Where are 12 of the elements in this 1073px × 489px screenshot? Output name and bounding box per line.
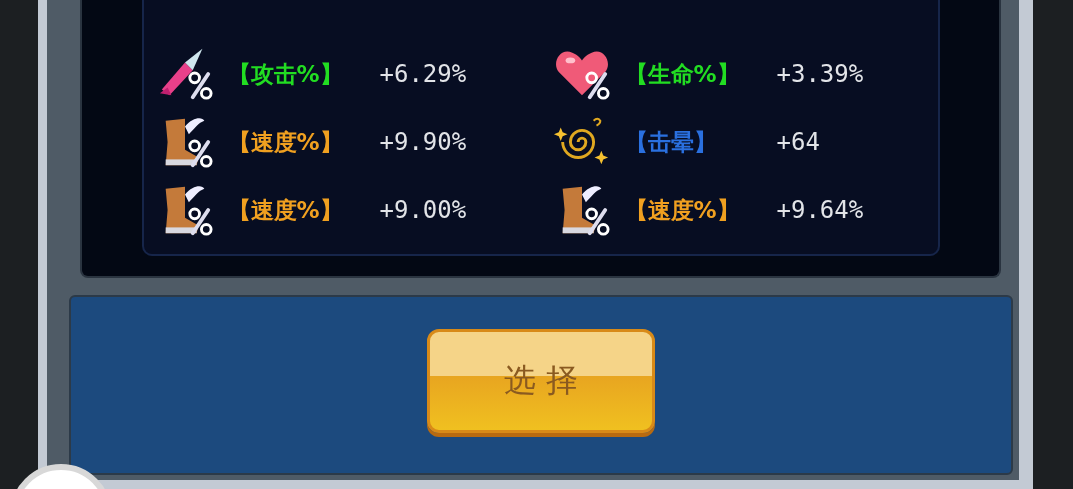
stat-label: 【速度%】 (227, 127, 344, 157)
stat-label: 【速度%】 (624, 195, 741, 225)
stat-label: 【生命%】 (624, 59, 741, 89)
stat-label: 【攻击%】 (227, 59, 344, 89)
stat-value: +3.39% (776, 60, 865, 88)
stat-value: +9.90% (379, 128, 468, 156)
stat-value: +64 (776, 128, 821, 156)
stat-value: +9.00% (379, 196, 468, 224)
stat-value: +9.64% (776, 196, 865, 224)
stat-label: 【速度%】 (227, 195, 344, 225)
stat-label: 【击晕】 (624, 127, 718, 157)
stat-value: +6.29% (379, 60, 468, 88)
